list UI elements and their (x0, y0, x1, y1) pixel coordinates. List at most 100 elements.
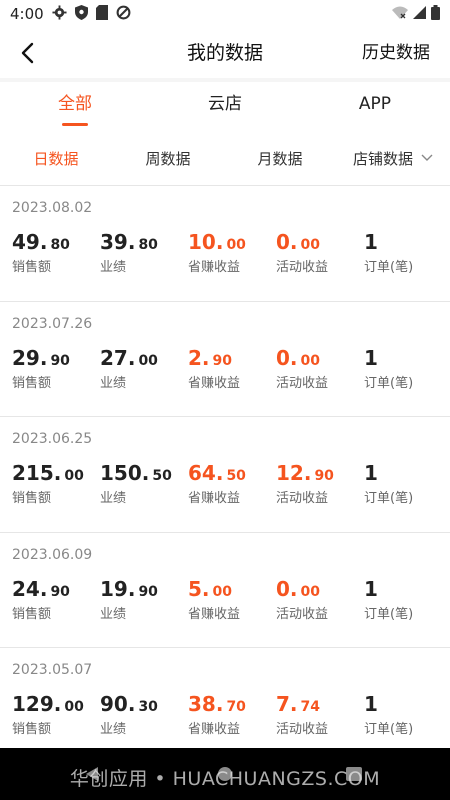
record-date: 2023.06.09 (12, 546, 93, 563)
tab-app[interactable]: APP (300, 82, 450, 130)
tab-label: APP (358, 94, 392, 114)
saved-value-dec: 00 (226, 237, 246, 253)
performance-value-dec: 30 (138, 699, 158, 715)
tab-label: 云店 (208, 94, 242, 114)
sales-value-dec: 00 (64, 699, 84, 715)
activity-label: 活动收益 (276, 722, 329, 737)
signal-icon (413, 5, 426, 23)
activity-label: 活动收益 (276, 375, 329, 391)
saved-label: 省赚收益 (188, 606, 241, 622)
orders-label: 订单(笔) (364, 722, 414, 737)
record-list: 2023.08.02 49. 80 销售额 39. 80 业绩 10. 00 省赚收益… (0, 186, 450, 764)
sales-stat: 29. 90 销售额 (12, 346, 70, 391)
shield-icon (74, 4, 88, 24)
performance-value-int: 39. (100, 230, 136, 254)
tab-cloud-store[interactable]: 云店 (150, 82, 300, 130)
activity-label: 活动收益 (276, 260, 329, 275)
saved-label: 省赚收益 (188, 260, 241, 275)
performance-value-dec: 90 (138, 583, 158, 600)
sales-value-dec: 90 (50, 583, 70, 600)
performance-label: 业绩 (100, 606, 127, 622)
filter-daily[interactable]: 日数据 (0, 148, 112, 169)
sales-value-dec: 90 (50, 352, 70, 369)
saved-value-int: 5. (188, 576, 210, 601)
orders-value: 1 (364, 345, 378, 370)
sales-stat: 49. 80 销售额 (12, 230, 70, 275)
source-tabs: 全部 云店 APP (0, 82, 450, 130)
performance-stat: 27. 00 业绩 (100, 346, 158, 391)
list-item[interactable]: 2023.06.25 215. 00 销售额 150. 50 业绩 64. 50 省赚… (0, 417, 450, 533)
activity-value-dec: 74 (300, 699, 320, 715)
chevron-down-icon (421, 154, 433, 161)
activity-label: 活动收益 (276, 606, 329, 622)
filter-store-label: 店铺数据 (352, 149, 413, 168)
orders-value: 1 (364, 576, 378, 601)
saved-value-int: 64. (188, 461, 224, 485)
performance-label: 业绩 (100, 722, 127, 737)
saved-earnings-stat: 64. 50 省赚收益 (188, 461, 246, 506)
sales-stat: 129. 00 销售额 (12, 692, 84, 737)
activity-value-int: 0. (276, 576, 298, 601)
record-date: 2023.08.02 (12, 200, 93, 216)
activity-earnings-stat: 12. 90 活动收益 (276, 461, 334, 506)
orders-stat: 1 订单(笔) (364, 230, 413, 275)
saved-value-int: 38. (188, 692, 224, 716)
sales-label: 销售额 (12, 606, 52, 622)
performance-label: 业绩 (100, 491, 127, 506)
filter-monthly[interactable]: 月数据 (224, 148, 336, 169)
wifi-icon (392, 5, 408, 23)
activity-value-int: 0. (276, 230, 298, 254)
list-item[interactable]: 2023.06.09 24. 90 销售额 19. 90 业绩 5. 00 省赚收益 … (0, 533, 450, 648)
activity-value-dec: 00 (300, 237, 320, 253)
record-date: 2023.07.26 (12, 315, 93, 332)
sales-stat: 24. 90 销售额 (12, 577, 70, 622)
orders-value: 1 (364, 461, 378, 485)
activity-value-dec: 00 (300, 583, 320, 600)
performance-stat: 39. 80 业绩 (100, 230, 158, 275)
list-item[interactable]: 2023.05.07 129. 00 销售额 90. 30 业绩 38. 70 省赚收… (0, 648, 450, 764)
active-tab-indicator (62, 123, 88, 126)
orders-stat: 1 订单(笔) (364, 461, 413, 506)
app-header: 我的数据 历史数据 (0, 28, 450, 78)
saved-earnings-stat: 10. 00 省赚收益 (188, 230, 246, 275)
no-disturb-icon (116, 5, 131, 24)
period-filters: 日数据 周数据 月数据 店铺数据 (0, 140, 450, 176)
activity-value-dec: 90 (314, 468, 334, 484)
orders-value: 1 (364, 692, 378, 716)
saved-value-dec: 00 (212, 583, 232, 600)
activity-value-int: 0. (276, 345, 298, 370)
activity-value-int: 7. (276, 692, 298, 716)
filter-store-dropdown[interactable]: 店铺数据 (336, 148, 450, 169)
orders-value: 1 (364, 230, 378, 254)
tab-all[interactable]: 全部 (0, 82, 150, 130)
history-data-link[interactable]: 历史数据 (362, 28, 430, 78)
orders-label: 订单(笔) (364, 260, 414, 275)
activity-value-int: 12. (276, 461, 312, 485)
saved-value-int: 10. (188, 230, 224, 254)
saved-value-dec: 90 (212, 352, 232, 369)
sd-card-icon (95, 4, 108, 24)
performance-value-dec: 50 (152, 468, 172, 484)
list-item[interactable]: 2023.07.26 29. 90 销售额 27. 00 业绩 2. 90 省赚收益 … (0, 302, 450, 417)
sales-value-int: 49. (12, 230, 48, 254)
settings-icon (52, 4, 67, 24)
sales-value-int: 24. (12, 576, 48, 601)
battery-icon (431, 4, 440, 24)
sales-value-int: 215. (12, 461, 62, 485)
saved-value-int: 2. (188, 345, 210, 370)
sales-label: 销售额 (12, 491, 52, 506)
activity-earnings-stat: 0. 00 活动收益 (276, 230, 328, 275)
orders-stat: 1 订单(笔) (364, 577, 413, 622)
record-date: 2023.06.25 (12, 431, 93, 447)
orders-label: 订单(笔) (364, 375, 414, 391)
orders-label: 订单(笔) (364, 491, 414, 506)
sales-stat: 215. 00 销售额 (12, 461, 84, 506)
saved-value-dec: 50 (226, 468, 246, 484)
saved-value-dec: 70 (226, 699, 246, 715)
back-button[interactable] (12, 38, 42, 68)
performance-value-dec: 80 (138, 237, 158, 253)
list-item[interactable]: 2023.08.02 49. 80 销售额 39. 80 业绩 10. 00 省赚收益… (0, 186, 450, 302)
chevron-left-icon (21, 42, 34, 64)
activity-label: 活动收益 (276, 491, 329, 506)
filter-weekly[interactable]: 周数据 (112, 148, 224, 169)
